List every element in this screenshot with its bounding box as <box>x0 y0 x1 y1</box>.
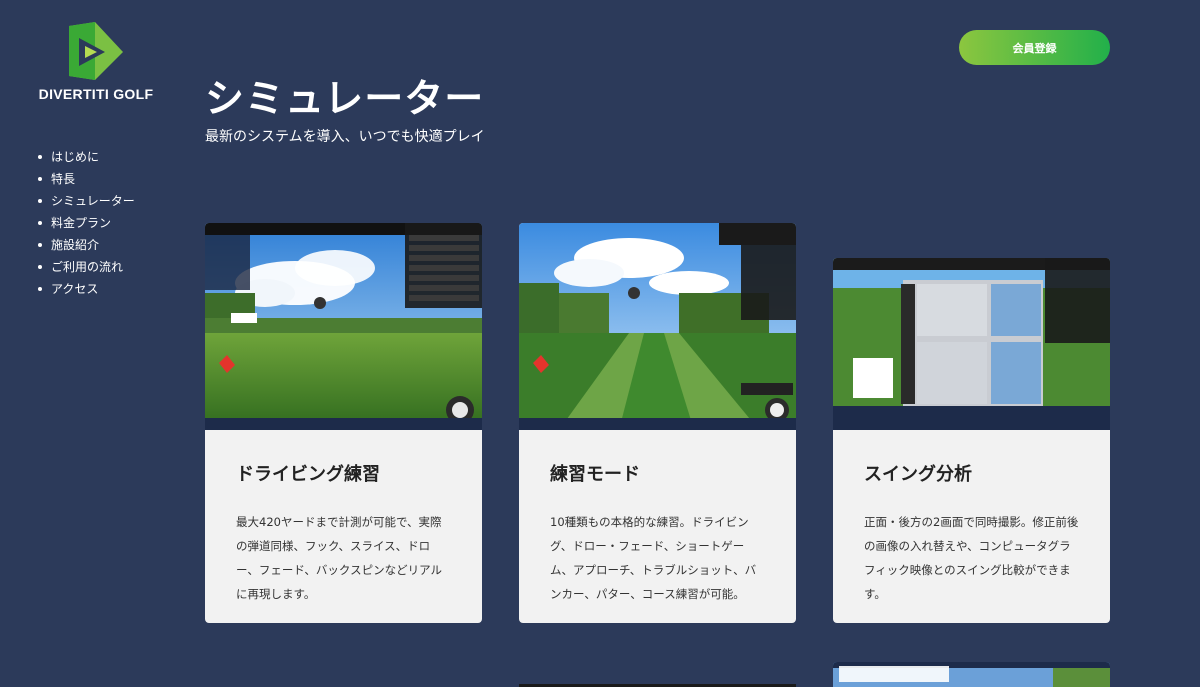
card-title: 練習モード <box>550 464 640 485</box>
card-title: スイング分析 <box>864 464 972 485</box>
card-text: 10種類もの本格的な練習。ドライビング、ドロー・フェード、ショートゲーム、アプロ… <box>550 515 757 601</box>
card-text: 正面・後方の2画面で同時撮影。修正前後の画像の入れ替えや、コンピュータグラフィッ… <box>864 515 1079 601</box>
feature-card-driving: ドライビング練習 最大420ヤードまで計測が可能で、実際の弾道同様、フック、スラ… <box>205 223 482 623</box>
nav-item-hajimeni[interactable]: はじめに <box>38 146 135 168</box>
logo-text: DIVERTITI GOLF <box>38 86 154 102</box>
driving-range-screenshot <box>205 223 482 430</box>
page-title: シミュレーター <box>205 77 485 122</box>
course-screenshot-preview <box>833 662 1110 687</box>
nav-item-access[interactable]: アクセス <box>38 278 135 300</box>
card-title: ドライビング練習 <box>236 464 380 485</box>
nav-item-flow[interactable]: ご利用の流れ <box>38 256 135 278</box>
nav-item-simulator[interactable]: シミュレーター <box>38 190 135 212</box>
side-nav: はじめに 特長 シミュレーター 料金プラン 施設紹介 ご利用の流れ アクセス <box>38 146 135 300</box>
nav-item-features[interactable]: 特長 <box>38 168 135 190</box>
logo[interactable]: DIVERTITI GOLF <box>36 22 156 102</box>
nav-item-facilities[interactable]: 施設紹介 <box>38 234 135 256</box>
feature-card-practice: 練習モード 10種類もの本格的な練習。ドライビング、ドロー・フェード、ショートゲ… <box>519 223 796 623</box>
swing-analysis-screenshot <box>833 258 1110 430</box>
card-text: 最大420ヤードまで計測が可能で、実際の弾道同様、フック、スライス、ドロー、フェ… <box>236 515 442 601</box>
feature-card-next-peek <box>833 662 1110 687</box>
signup-button[interactable]: 会員登録 <box>959 30 1110 65</box>
page-subtitle: 最新のシステムを導入、いつでも快適プレイ <box>205 129 485 145</box>
feature-card-swing: スイング分析 正面・後方の2画面で同時撮影。修正前後の画像の入れ替えや、コンピュ… <box>833 258 1110 623</box>
practice-mode-screenshot <box>519 223 796 430</box>
logo-mark-icon <box>69 22 123 80</box>
nav-item-pricing[interactable]: 料金プラン <box>38 212 135 234</box>
